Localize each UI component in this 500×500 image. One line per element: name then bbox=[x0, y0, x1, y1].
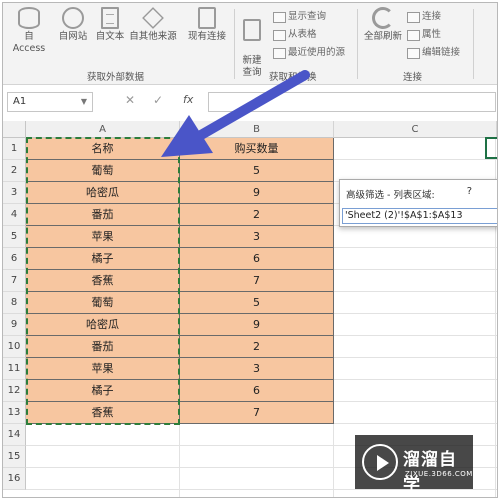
table-cell[interactable]: 6 bbox=[180, 380, 334, 402]
new-query-icon bbox=[243, 19, 261, 41]
row-header[interactable]: 7 bbox=[3, 270, 26, 292]
formula-bar: A1 ▼ ✕ ✓ fx bbox=[3, 89, 497, 113]
list-range-input[interactable]: 'Sheet2 (2)'!$A$1:$A$13 bbox=[342, 208, 497, 224]
name-box[interactable]: A1 ▼ bbox=[7, 92, 93, 112]
play-logo-icon bbox=[362, 444, 398, 480]
table-cell[interactable]: 3 bbox=[180, 358, 334, 380]
table-cell[interactable]: 5 bbox=[180, 292, 334, 314]
row-header[interactable]: 13 bbox=[3, 402, 26, 424]
text-file-icon bbox=[101, 7, 119, 29]
edit-links-button[interactable]: 编辑链接 bbox=[407, 45, 460, 61]
table-cell[interactable]: 5 bbox=[180, 160, 334, 182]
row-header[interactable]: 5 bbox=[3, 226, 26, 248]
row-header[interactable]: 14 bbox=[3, 424, 26, 446]
refresh-all-button[interactable]: 全部刷新 bbox=[361, 7, 405, 43]
table-cell[interactable]: 6 bbox=[180, 248, 334, 270]
formula-input[interactable] bbox=[208, 92, 496, 112]
help-button[interactable]: ? bbox=[467, 186, 472, 197]
watermark: 溜溜自学 ZIXUE.3D66.COM bbox=[355, 435, 473, 495]
table-cell[interactable]: 3 bbox=[180, 226, 334, 248]
group-label-get-transform: 获取和转换 bbox=[269, 72, 317, 83]
table-cell[interactable]: 9 bbox=[180, 314, 334, 336]
row-header[interactable]: 10 bbox=[3, 336, 26, 358]
group-label-connections: 连接 bbox=[403, 72, 423, 83]
properties-button[interactable]: 属性 bbox=[407, 27, 441, 43]
cancel-icon[interactable]: ✕ bbox=[125, 93, 135, 107]
dialog-title: 高级筛选 - 列表区域: bbox=[346, 190, 435, 201]
show-queries-button[interactable]: 显示查询 bbox=[273, 9, 326, 25]
table-cell[interactable]: 9 bbox=[180, 182, 334, 204]
row-header[interactable]: 9 bbox=[3, 314, 26, 336]
new-query-button[interactable]: 新建 查询 bbox=[237, 7, 267, 79]
row-header[interactable]: 11 bbox=[3, 358, 26, 380]
existing-connections-button[interactable]: 现有连接 bbox=[185, 7, 229, 43]
chevron-down-icon[interactable]: ▼ bbox=[81, 93, 87, 111]
from-other-sources-button[interactable]: 自其他来源 bbox=[127, 7, 179, 43]
active-cell-outline bbox=[485, 137, 497, 159]
column-header-c[interactable]: C bbox=[334, 121, 497, 138]
existing-connections-icon bbox=[198, 7, 216, 29]
row-header[interactable]: 8 bbox=[3, 292, 26, 314]
row-header[interactable]: 1 bbox=[3, 138, 26, 160]
from-access-button[interactable]: 自 Access bbox=[7, 7, 51, 55]
row-header[interactable]: 3 bbox=[3, 182, 26, 204]
from-text-button[interactable]: 自文本 bbox=[93, 7, 127, 43]
database-icon bbox=[18, 7, 40, 29]
row-header[interactable]: 16 bbox=[3, 468, 26, 490]
row-header[interactable]: 12 bbox=[3, 380, 26, 402]
recent-sources-button[interactable]: 最近使用的源 bbox=[273, 45, 345, 61]
table-cell[interactable]: 7 bbox=[180, 270, 334, 292]
table-header-cell[interactable]: 购买数量 bbox=[180, 138, 334, 160]
column-header-b[interactable]: B bbox=[180, 121, 334, 138]
table-cell[interactable]: 2 bbox=[180, 336, 334, 358]
data-ribbon: 自 Access 自网站 自文本 自其他来源 现有连接 获取外部数据 新建 查询… bbox=[3, 3, 497, 85]
excel-window: 自 Access 自网站 自文本 自其他来源 现有连接 获取外部数据 新建 查询… bbox=[2, 2, 498, 498]
row-header[interactable]: 6 bbox=[3, 248, 26, 270]
ribbon-separator bbox=[357, 9, 358, 79]
connections-button[interactable]: 连接 bbox=[407, 9, 441, 25]
select-all-corner[interactable] bbox=[3, 121, 26, 138]
insert-function-button[interactable]: fx bbox=[183, 93, 193, 106]
from-table-button[interactable]: 从表格 bbox=[273, 27, 317, 43]
row-header[interactable]: 2 bbox=[3, 160, 26, 182]
refresh-icon bbox=[372, 7, 394, 29]
row-header[interactable]: 15 bbox=[3, 446, 26, 468]
enter-icon[interactable]: ✓ bbox=[153, 93, 163, 107]
other-sources-icon bbox=[142, 7, 164, 29]
advanced-filter-dialog: 高级筛选 - 列表区域: ? 'Sheet2 (2)'!$A$1:$A$13 bbox=[339, 179, 497, 227]
globe-icon bbox=[62, 7, 84, 29]
table-cell[interactable]: 7 bbox=[180, 402, 334, 424]
from-web-button[interactable]: 自网站 bbox=[55, 7, 91, 43]
watermark-url: ZIXUE.3D66.COM bbox=[405, 470, 473, 478]
row-header[interactable]: 4 bbox=[3, 204, 26, 226]
group-label-get-external-data: 获取外部数据 bbox=[87, 72, 145, 83]
table-cell[interactable]: 2 bbox=[180, 204, 334, 226]
column-header-a[interactable]: A bbox=[26, 121, 180, 138]
ribbon-separator bbox=[234, 9, 235, 79]
ribbon-separator bbox=[473, 9, 474, 79]
selected-range-marquee bbox=[26, 137, 180, 425]
